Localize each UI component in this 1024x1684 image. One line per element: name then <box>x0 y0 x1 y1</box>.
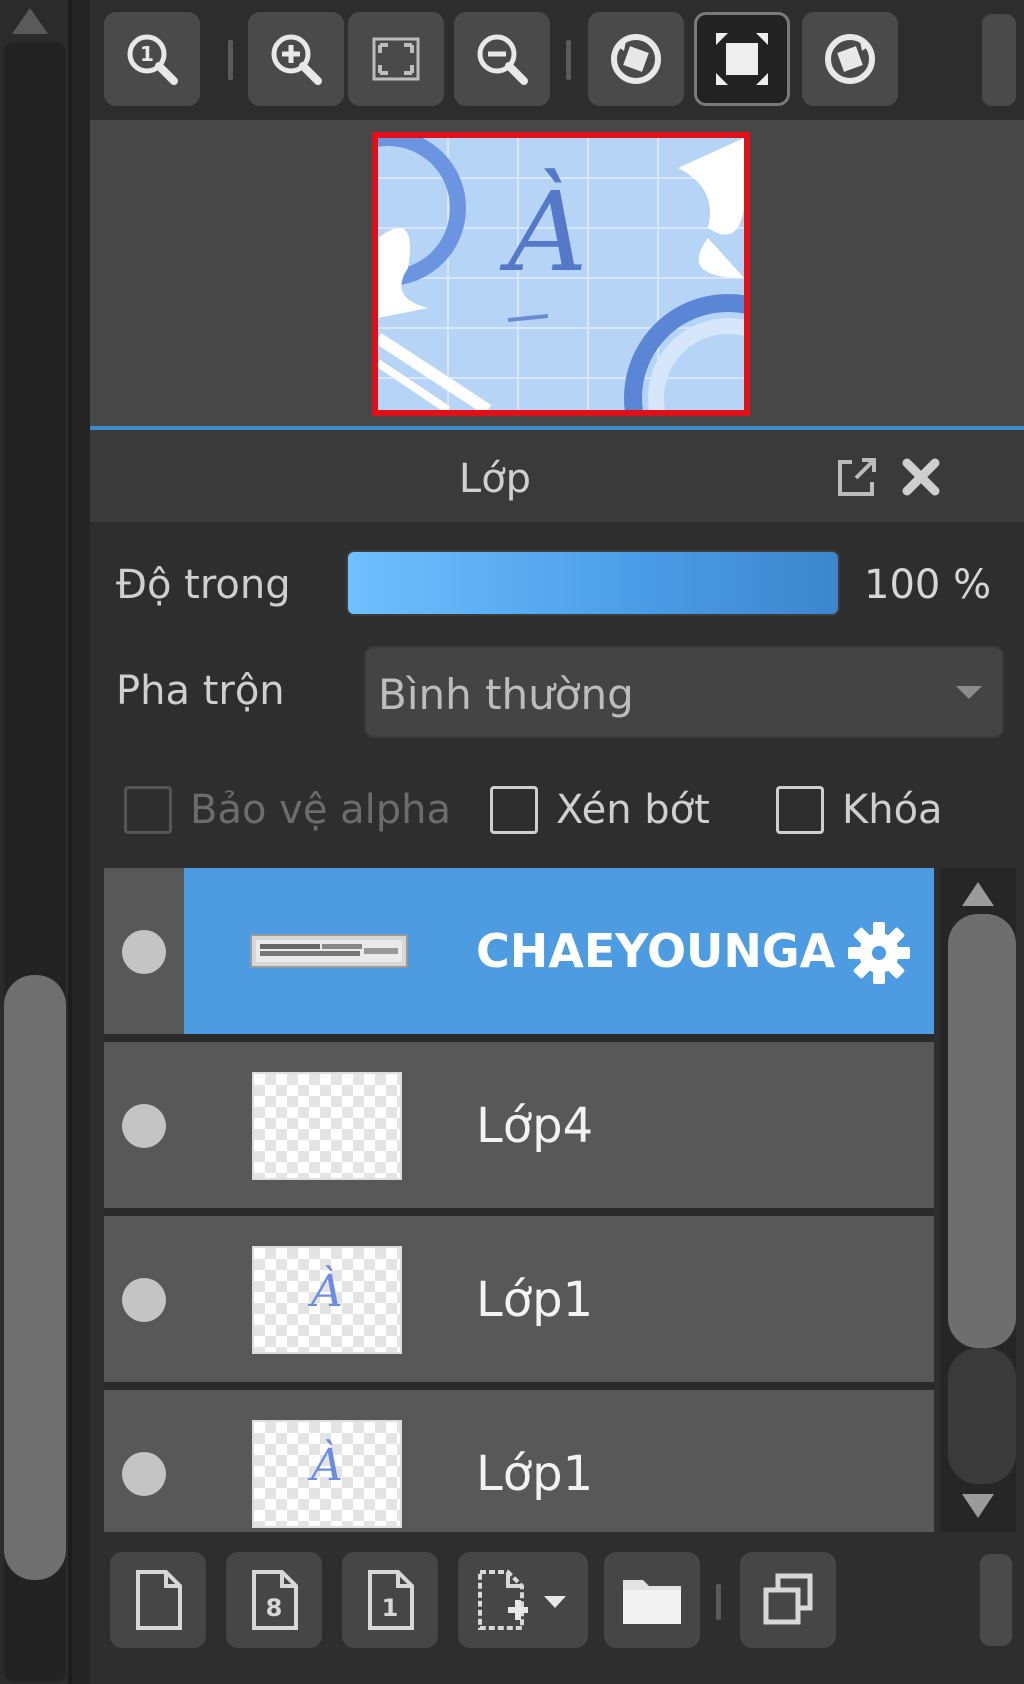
toolbar-scrollbar[interactable] <box>980 1554 1012 1646</box>
checkbox-box[interactable] <box>124 786 172 834</box>
rotate-left-icon <box>611 34 661 84</box>
fullscreen-icon <box>716 33 768 85</box>
new-8bit-layer-button[interactable]: 8 <box>226 1552 322 1648</box>
scroll-track[interactable] <box>948 1348 1016 1484</box>
new-page-icon <box>136 1570 182 1630</box>
toolbar-scrollbar[interactable] <box>982 14 1016 106</box>
layer-list-scrollbar[interactable] <box>940 868 1016 1532</box>
svg-text:1: 1 <box>382 1594 399 1622</box>
side-panel: 1 À Lớp Độ trong 100 % Pha trộn Bình thư… <box>90 0 1024 1684</box>
new-folder-button[interactable] <box>604 1552 700 1648</box>
duplicate-layer-button[interactable] <box>740 1552 836 1648</box>
opacity-slider-fill <box>348 552 838 614</box>
canvas-preview-letter: À <box>508 168 588 296</box>
zoom-in-button[interactable] <box>248 12 344 106</box>
duplicate-icon <box>763 1573 813 1625</box>
toolbar-separator <box>566 40 571 80</box>
scroll-up-arrow-icon[interactable] <box>962 882 994 906</box>
new-1bit-layer-button[interactable]: 1 <box>342 1552 438 1648</box>
checkbox-label: Bảo vệ alpha <box>190 787 452 833</box>
popout-icon[interactable] <box>832 452 882 502</box>
layer-name[interactable]: Lớp4 <box>476 1098 593 1154</box>
visibility-toggle-icon[interactable] <box>122 1278 166 1322</box>
thumbnail-letter: À <box>311 1440 343 1491</box>
close-icon[interactable] <box>896 452 946 502</box>
visibility-toggle-icon[interactable] <box>122 1452 166 1496</box>
opacity-label: Độ trong <box>116 562 291 608</box>
new-layer-button[interactable] <box>110 1552 206 1648</box>
visibility-column <box>104 1390 184 1532</box>
layer-row[interactable]: À Lớp1 <box>104 1216 934 1386</box>
page-8-icon: 8 <box>252 1570 298 1630</box>
layer-panel-title: Lớp <box>458 456 532 502</box>
layer-actions-toolbar: 8 1 <box>104 1542 1016 1652</box>
checkbox-box[interactable] <box>776 786 824 834</box>
blend-mode-dropdown[interactable]: Bình thường <box>364 646 1004 738</box>
visibility-column <box>104 868 184 1034</box>
visibility-toggle-icon[interactable] <box>122 1104 166 1148</box>
layer-thumbnail <box>250 934 408 968</box>
visibility-column <box>104 1042 184 1208</box>
toolbar-separator <box>228 40 233 80</box>
fit-screen-icon <box>372 37 420 81</box>
svg-text:1: 1 <box>140 42 154 66</box>
zoom-in-icon <box>271 34 322 85</box>
left-scrollbar[interactable] <box>0 0 72 1684</box>
opacity-slider[interactable] <box>346 550 840 616</box>
canvas-thumbnail[interactable]: À <box>372 132 750 416</box>
thumbnail-letter: À <box>311 1266 343 1317</box>
navigator-toolbar: 1 <box>90 0 1024 118</box>
magnifier-1-icon: 1 <box>127 34 178 85</box>
scroll-up-arrow-icon[interactable] <box>12 8 48 34</box>
layer-row[interactable]: Lớp4 <box>104 1042 934 1212</box>
layer-name[interactable]: Lớp1 <box>476 1272 593 1328</box>
toolbar-separator <box>716 1584 721 1620</box>
blend-mode-label: Pha trộn <box>116 668 285 714</box>
rotate-left-button[interactable] <box>588 12 684 106</box>
layer-name[interactable]: Lớp1 <box>476 1446 593 1502</box>
layer-row[interactable]: À Lớp1 <box>104 1390 934 1532</box>
lock-checkbox[interactable]: Khóa <box>776 786 943 834</box>
layer-panel-body: Độ trong 100 % Pha trộn Bình thường Bảo … <box>90 522 1024 1684</box>
gear-icon[interactable] <box>844 918 914 988</box>
protect-alpha-checkbox[interactable]: Bảo vệ alpha <box>124 786 451 834</box>
navigator-preview[interactable]: À <box>90 120 1024 426</box>
scroll-down-arrow-icon[interactable] <box>962 1494 994 1518</box>
zoom-out-button[interactable] <box>454 12 550 106</box>
rotate-right-icon <box>825 34 875 84</box>
scroll-thumb[interactable] <box>4 975 66 1580</box>
layer-row[interactable]: CHAEYOUNGA <box>104 868 934 1038</box>
checkbox-box[interactable] <box>490 786 538 834</box>
visibility-column <box>104 1216 184 1382</box>
layer-thumbnail <box>252 1072 402 1180</box>
blend-mode-value: Bình thường <box>378 670 634 719</box>
fit-screen-button[interactable] <box>348 12 444 106</box>
scroll-thumb[interactable] <box>948 914 1016 1348</box>
checkbox-label: Khóa <box>842 787 943 833</box>
layer-list: CHAEYOUNGA Lớp4 À Lớp1 À Lớp1 <box>104 868 934 1532</box>
visibility-toggle-icon[interactable] <box>122 930 166 974</box>
zoom-actual-size-button[interactable]: 1 <box>104 12 200 106</box>
layer-name[interactable]: CHAEYOUNGA <box>476 924 835 978</box>
layer-thumbnail: À <box>252 1246 402 1354</box>
add-page-dropdown-icon <box>478 1570 566 1630</box>
clipping-checkbox[interactable]: Xén bớt <box>490 786 710 834</box>
layer-panel-header: Lớp <box>90 430 1024 522</box>
folder-icon <box>623 1580 681 1624</box>
fullscreen-button[interactable] <box>694 12 790 106</box>
zoom-out-icon <box>477 34 528 85</box>
add-layer-menu-button[interactable] <box>458 1552 588 1648</box>
checkbox-label: Xén bớt <box>556 787 710 833</box>
svg-text:8: 8 <box>266 1594 283 1622</box>
page-1-icon: 1 <box>368 1570 414 1630</box>
opacity-value: 100 % <box>864 562 992 608</box>
layer-thumbnail: À <box>252 1420 402 1528</box>
chevron-down-icon <box>956 686 982 699</box>
rotate-right-button[interactable] <box>802 12 898 106</box>
